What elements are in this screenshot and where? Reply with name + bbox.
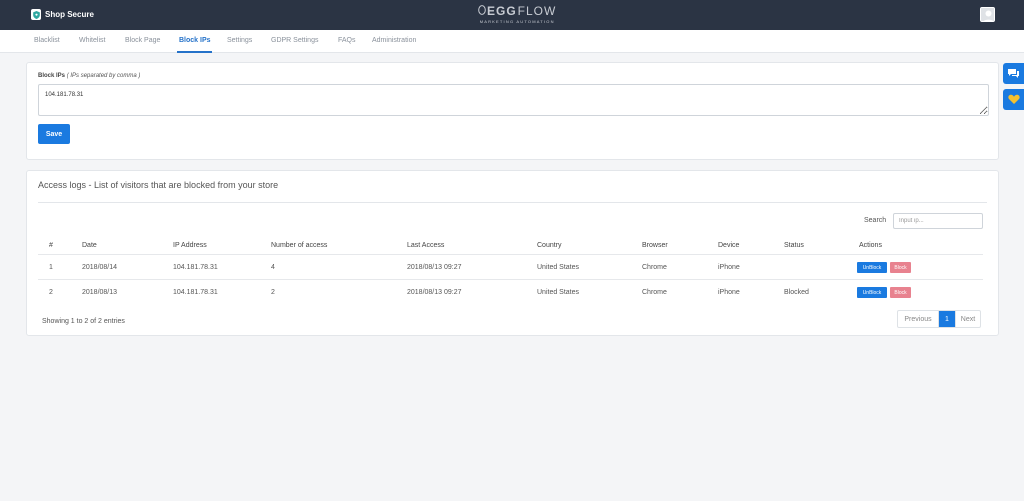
- column-header-number-of-access: Number of access: [271, 242, 328, 249]
- cell-country: United States: [537, 264, 580, 271]
- eggflow-logo: EGG FLOW MARKETING AUTOMATION: [478, 4, 556, 24]
- logo-text-suffix: FLOW: [517, 4, 557, 18]
- pagination-page[interactable]: 1: [939, 311, 955, 327]
- block-ips-textarea[interactable]: 104.181.78.31: [38, 84, 989, 116]
- tab-administration[interactable]: Administration: [372, 37, 416, 44]
- divider: [38, 202, 987, 203]
- search-input[interactable]: [893, 213, 983, 229]
- pagination: Previous 1 Next: [897, 310, 981, 328]
- column-header-status: Status: [784, 242, 804, 249]
- tab-settings[interactable]: Settings: [227, 37, 252, 44]
- app-name: Shop Secure: [45, 10, 94, 19]
- cell-last-access: 2018/08/13 09:27: [407, 289, 462, 296]
- column-header-number: #: [49, 242, 53, 249]
- access-logs-card: Access logs - List of visitors that are …: [26, 170, 999, 336]
- chat-button[interactable]: [1003, 63, 1024, 84]
- active-tab-indicator: [177, 51, 212, 53]
- tab-gdpr-settings[interactable]: GDPR Settings: [271, 37, 318, 44]
- block-button[interactable]: Block: [890, 262, 911, 273]
- entries-summary: Showing 1 to 2 of 2 entries: [42, 318, 125, 325]
- access-logs-title: Access logs - List of visitors that are …: [38, 180, 279, 190]
- app-brand[interactable]: Shop Secure: [31, 9, 94, 20]
- block-ips-card: Block IPs ( IPs separated by comma ) 104…: [26, 62, 999, 160]
- cell-number: 2: [49, 289, 53, 296]
- block-ips-label-text: Block IPs: [38, 73, 66, 79]
- tab-faqs[interactable]: FAQs: [338, 37, 356, 44]
- column-header-browser: Browser: [642, 242, 668, 249]
- save-button[interactable]: Save: [38, 124, 70, 144]
- nav-tabs: Blacklist Whitelist Block Page Block IPs…: [0, 30, 1024, 53]
- tab-block-ips[interactable]: Block IPs: [179, 37, 211, 44]
- cell-ip: 104.181.78.31: [173, 264, 218, 271]
- tab-blacklist[interactable]: Blacklist: [34, 37, 60, 44]
- column-header-ip-address: IP Address: [173, 242, 207, 249]
- tab-block-page[interactable]: Block Page: [125, 37, 160, 44]
- column-header-device: Device: [718, 242, 740, 249]
- column-header-last-access: Last Access: [407, 242, 445, 249]
- cell-date: 2018/08/13: [82, 289, 118, 296]
- cell-last-access: 2018/08/13 09:27: [407, 264, 462, 271]
- egg-icon: [478, 4, 486, 18]
- logo-text-prefix: EGG: [487, 4, 517, 18]
- pagination-previous[interactable]: Previous: [898, 311, 939, 327]
- pagination-next[interactable]: Next: [955, 311, 980, 327]
- cell-browser: Chrome: [642, 264, 667, 271]
- block-ips-hint: ( IPs separated by comma ): [66, 73, 141, 79]
- search-label: Search: [864, 217, 887, 224]
- heart-button[interactable]: [1003, 89, 1024, 110]
- top-bar: Shop Secure EGG FLOW MARKETING AUTOMATION: [0, 0, 1024, 30]
- column-header-actions: Actions: [859, 242, 882, 249]
- cell-status: Blocked: [784, 289, 809, 296]
- row-divider: [38, 279, 983, 280]
- shield-icon: [31, 9, 41, 20]
- block-button[interactable]: Block: [890, 287, 911, 298]
- header-divider: [38, 254, 983, 255]
- block-ips-label: Block IPs ( IPs separated by comma ): [38, 73, 140, 79]
- cell-number: 1: [49, 264, 53, 271]
- cell-access-count: 2: [271, 289, 275, 296]
- heart-icon: [1007, 94, 1020, 104]
- cell-device: iPhone: [718, 289, 740, 296]
- chat-icon: [1008, 69, 1019, 78]
- cell-browser: Chrome: [642, 289, 667, 296]
- cell-access-count: 4: [271, 264, 275, 271]
- cell-country: United States: [537, 289, 580, 296]
- column-header-country: Country: [537, 242, 562, 249]
- unblock-button[interactable]: UnBlock: [857, 262, 887, 273]
- unblock-button[interactable]: UnBlock: [857, 287, 887, 298]
- cell-ip: 104.181.78.31: [173, 289, 218, 296]
- avatar[interactable]: [980, 7, 995, 22]
- user-icon: [981, 8, 994, 21]
- cell-date: 2018/08/14: [82, 264, 118, 271]
- logo-subtitle: MARKETING AUTOMATION: [479, 19, 555, 24]
- cell-device: iPhone: [718, 264, 740, 271]
- column-header-date: Date: [82, 242, 97, 249]
- tab-whitelist[interactable]: Whitelist: [79, 37, 105, 44]
